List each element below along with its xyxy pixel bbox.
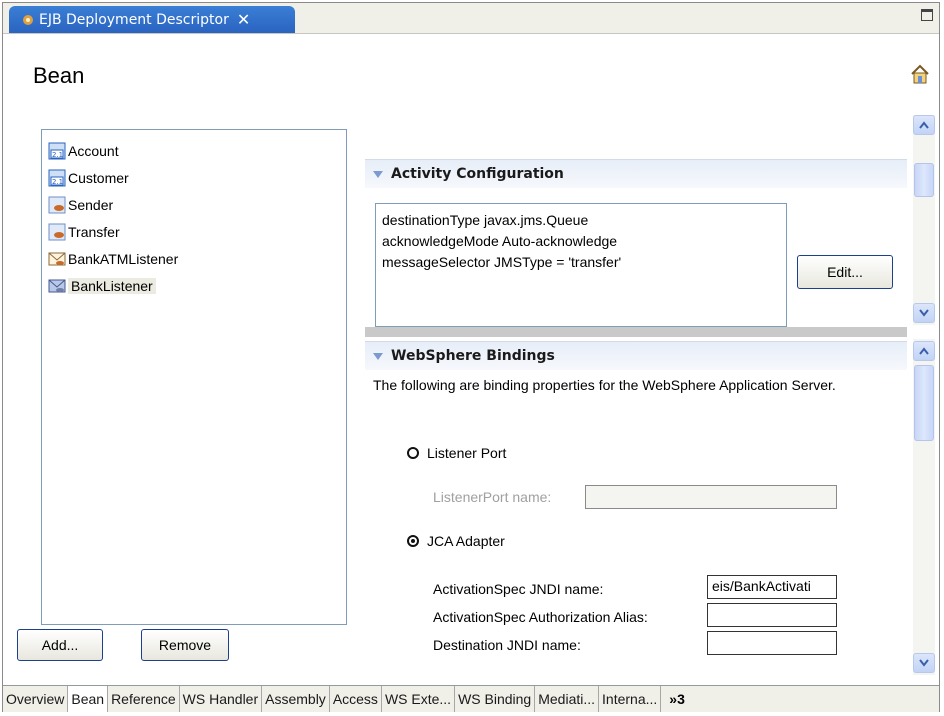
session-bean-icon [48,223,66,241]
tree-item-bankatmlistener[interactable]: BankATMListener [48,248,178,270]
scroll-down-icon[interactable] [913,653,935,673]
websphere-bindings-header[interactable]: WebSphere Bindings [365,341,907,370]
editor-tabbar: EJB Deployment Descriptor ✕ [3,3,939,34]
tree-item-transfer[interactable]: Transfer [48,221,120,243]
tab-reference[interactable]: Reference [108,686,180,712]
tree-item-label: BankATMListener [68,251,179,267]
close-icon[interactable]: ✕ [237,10,250,29]
add-button[interactable]: Add... [17,629,103,661]
jca-adapter-radio[interactable]: JCA Adapter [407,533,505,549]
page-title: Bean [33,63,85,88]
section-title: Activity Configuration [391,166,564,182]
activation-spec-alias-field[interactable] [707,603,837,627]
section-divider[interactable] [365,327,907,337]
radio-icon [407,447,419,459]
listener-port-name-label: ListenerPort name: [433,489,552,505]
editor-frame: EJB Deployment Descriptor ✕ Bean 2.1 Acc… [2,2,940,712]
activation-spec-alias-label: ActivationSpec Authorization Alias: [433,609,648,625]
collapse-triangle-icon [373,170,383,178]
activity-configuration-section: Activity Configuration [365,159,907,188]
tree-item-label: BankListener [68,278,156,294]
message-bean-icon [48,277,66,295]
editor-page-tabs: Overview Bean Reference WS Handler Assem… [3,685,939,712]
tab-assembly[interactable]: Assembly [262,686,330,712]
tree-item-label: Transfer [68,224,120,240]
tree-item-customer[interactable]: 2.1 Customer [48,167,129,189]
tree-item-sender[interactable]: Sender [48,194,113,216]
entity-bean-icon: 2.1 [48,142,66,160]
home-icon[interactable] [909,63,931,85]
tab-overflow-chevron-icon[interactable]: »3 [661,686,685,712]
bindings-description: The following are binding properties for… [373,377,836,393]
activity-line: destinationType javax.jms.Queue [382,212,589,228]
tree-item-label: Customer [68,170,129,186]
tab-mediation[interactable]: Mediati... [535,686,600,712]
destination-jndi-label: Destination JNDI name: [433,637,581,653]
activation-spec-jndi-field[interactable]: eis/BankActivati [707,575,837,599]
destination-jndi-field[interactable] [707,631,837,655]
svg-text:2.1: 2.1 [52,151,63,159]
lower-scrollbar[interactable] [913,339,935,675]
remove-button[interactable]: Remove [141,629,229,661]
session-bean-icon [48,196,66,214]
message-bean-icon [48,250,66,268]
entity-bean-icon: 2.1 [48,169,66,187]
tab-title: EJB Deployment Descriptor [39,11,229,28]
activity-line: messageSelector JMSType = 'transfer' [382,254,622,270]
bean-tree[interactable]: 2.1 Account 2.1 Customer Sender Transfer [41,129,347,625]
activation-spec-jndi-label: ActivationSpec JNDI name: [433,581,604,597]
edit-button[interactable]: Edit... [797,255,893,289]
collapse-triangle-icon [373,352,383,360]
maximize-icon[interactable] [921,9,933,21]
radio-selected-icon [407,535,419,547]
tab-ws-binding[interactable]: WS Binding [455,686,536,712]
listener-port-radio[interactable]: Listener Port [407,445,506,461]
tree-item-account[interactable]: 2.1 Account [48,140,119,162]
tab-ws-handler[interactable]: WS Handler [180,686,263,712]
scroll-thumb[interactable] [914,163,934,197]
activity-config-list[interactable]: destinationType javax.jms.Queue acknowle… [375,203,787,327]
scroll-up-icon[interactable] [913,115,935,135]
ejb-descriptor-icon [21,13,35,27]
tree-item-banklistener[interactable]: BankListener [48,275,156,297]
tree-item-label: Account [68,143,119,159]
tree-item-label: Sender [68,197,114,213]
section-title: WebSphere Bindings [391,348,555,364]
radio-label: JCA Adapter [427,533,505,549]
activity-line: acknowledgeMode Auto-acknowledge [382,233,618,249]
radio-label: Listener Port [427,445,507,461]
tab-bean[interactable]: Bean [68,686,109,712]
svg-text:2.1: 2.1 [52,178,63,186]
tab-ws-extension[interactable]: WS Exte... [382,686,456,712]
tab-internationalization[interactable]: Interna... [599,686,662,712]
activity-configuration-header[interactable]: Activity Configuration [365,159,907,188]
scroll-up-icon[interactable] [913,341,935,361]
scroll-thumb[interactable] [914,365,934,441]
websphere-bindings-section: WebSphere Bindings [365,341,907,370]
upper-scrollbar[interactable] [913,115,935,325]
tab-access[interactable]: Access [330,686,382,712]
scroll-down-icon[interactable] [913,303,935,323]
tab-ejb-deployment-descriptor[interactable]: EJB Deployment Descriptor ✕ [9,6,295,33]
listener-port-name-field[interactable] [585,485,837,509]
tab-overview[interactable]: Overview [3,686,69,712]
